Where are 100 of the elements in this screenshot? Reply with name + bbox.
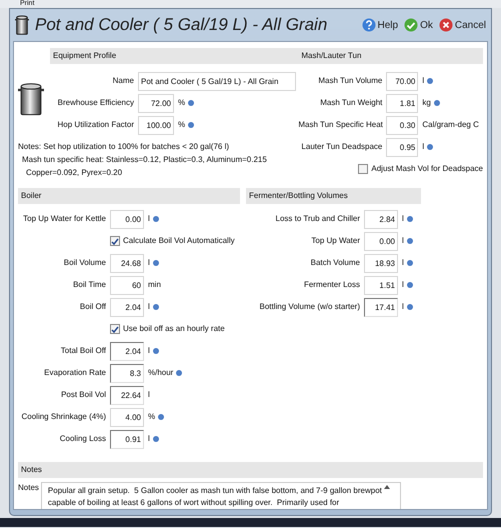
checkmark-icon <box>404 18 418 32</box>
unit-label: %/hour <box>147 367 174 379</box>
field-label: Post Boil Vol <box>60 389 107 401</box>
input-field[interactable]: 100.00 <box>138 116 174 134</box>
field-label: Boil Volume <box>62 257 107 269</box>
section-heading: Mash/Lauter Tun <box>298 48 483 64</box>
input-field[interactable]: 2.04 <box>110 298 144 316</box>
input-field[interactable]: 2.04 <box>110 342 144 360</box>
checkbox-label: Use boil off as an hourly rate <box>123 323 225 335</box>
window-title: Pot and Cooler ( 5 Gal/19 L) - All Grain <box>35 14 328 36</box>
pot-icon <box>18 82 44 116</box>
info-icon[interactable] <box>152 304 159 310</box>
field-label: Hop Utilization Factor <box>56 119 135 131</box>
unit-label: l <box>147 389 150 401</box>
info-icon[interactable] <box>188 122 194 128</box>
unit-label: % <box>177 97 186 109</box>
input-field[interactable]: 4.00 <box>110 408 144 426</box>
field-label: Batch Volume <box>310 257 361 269</box>
field-label: Top Up Water <box>310 235 361 247</box>
help-button[interactable]: Help <box>362 18 398 32</box>
note-text: Mash tun specific heat: Stainless=0.12, Plastic=0.3, Aluminum=0.215 <box>21 154 268 166</box>
info-icon[interactable] <box>406 304 413 310</box>
field-label: Boil Time <box>72 279 107 291</box>
input-field[interactable]: 60 <box>110 276 144 294</box>
field-label: Mash Tun Weight <box>319 97 384 109</box>
info-icon[interactable] <box>158 414 164 420</box>
field-label: Mash Tun Specific Heat <box>298 119 384 131</box>
scroll-up-icon <box>384 485 390 489</box>
info-icon[interactable] <box>406 238 413 244</box>
input-field[interactable]: 1.81 <box>386 94 418 112</box>
input-field[interactable]: 2.84 <box>364 210 398 228</box>
field-label: Lauter Tun Deadspace <box>300 141 384 153</box>
section-heading: Fermenter/Bottling Volumes <box>246 188 421 204</box>
unit-label: kg <box>421 97 431 109</box>
unit-label: l <box>147 433 150 445</box>
info-icon[interactable] <box>427 78 434 84</box>
input-field[interactable]: Pot and Cooler ( 5 Gal/19 L) - All Grain <box>138 72 296 90</box>
unit-label: l <box>421 75 424 87</box>
field-label: Cooling Loss <box>58 433 107 445</box>
unit-label: l <box>147 301 150 313</box>
cancel-button[interactable]: Cancel <box>438 18 486 32</box>
field-label: Cooling Shrinkage (4%) <box>20 411 107 423</box>
checkbox-label: Adjust Mash Vol for Deadspace <box>371 163 483 175</box>
unit-label: min <box>147 279 161 291</box>
field-label: Notes <box>18 482 39 494</box>
field-label: Mash Tun Volume <box>317 75 384 87</box>
checkbox[interactable] <box>110 324 120 334</box>
unit-label: l <box>401 301 404 313</box>
info-icon[interactable] <box>434 100 440 106</box>
info-icon[interactable] <box>152 436 159 442</box>
unit-label: % <box>147 411 156 423</box>
checkbox[interactable] <box>358 164 368 174</box>
field-label: Boil Off <box>78 301 107 313</box>
help-icon <box>362 18 376 32</box>
pot-icon <box>15 15 29 35</box>
input-field[interactable]: 1.51 <box>364 276 398 294</box>
unit-label: l <box>401 257 404 269</box>
note-text: Notes: Set hop utilization to 100% for batches < 20 gal(76 l) <box>18 141 230 153</box>
info-icon[interactable] <box>406 260 413 266</box>
input-field[interactable]: 0.91 <box>110 430 144 448</box>
input-field[interactable]: 22.64 <box>110 386 144 404</box>
input-field[interactable]: 24.68 <box>110 254 144 272</box>
field-label: Evaporation Rate <box>43 367 107 379</box>
unit-label: l <box>401 235 404 247</box>
unit-label: l <box>147 257 150 269</box>
info-icon[interactable] <box>152 260 159 266</box>
field-label: Fermenter Loss <box>302 279 361 291</box>
unit-label: l <box>147 345 150 357</box>
unit-label: l <box>421 141 424 153</box>
info-icon[interactable] <box>176 370 182 376</box>
info-icon[interactable] <box>152 216 159 222</box>
info-icon[interactable] <box>427 144 434 150</box>
input-field[interactable]: 70.00 <box>386 72 418 90</box>
input-field[interactable]: 18.93 <box>364 254 398 272</box>
close-icon <box>438 18 453 32</box>
section-heading: Notes <box>18 462 483 478</box>
input-field[interactable]: 0.30 <box>386 116 418 134</box>
info-icon[interactable] <box>188 100 194 106</box>
input-field[interactable]: 8.3 <box>110 364 144 382</box>
unit-label: % <box>177 119 186 131</box>
info-icon[interactable] <box>406 282 413 288</box>
section-heading: Boiler <box>18 188 240 204</box>
info-icon[interactable] <box>406 216 413 222</box>
checkbox[interactable] <box>110 236 120 246</box>
input-field[interactable]: 17.41 <box>364 298 398 316</box>
section-heading: Equipment Profile <box>50 48 298 64</box>
unit-label: Cal/gram-deg C <box>421 119 479 131</box>
input-field[interactable]: 0.00 <box>110 210 144 228</box>
input-field[interactable]: 72.00 <box>138 94 174 112</box>
field-label: Loss to Trub and Chiller <box>274 213 361 225</box>
unit-label: l <box>401 279 404 291</box>
ok-button[interactable]: Ok <box>404 18 433 32</box>
field-label: Top Up Water for Kettle <box>22 213 107 225</box>
field-label: Total Boil Off <box>60 345 107 357</box>
note-text: Copper=0.092, Pyrex=0.20 <box>25 167 124 179</box>
checkbox-label: Calculate Boil Vol Automatically <box>123 235 235 247</box>
unit-label: l <box>147 213 150 225</box>
input-field[interactable]: 0.95 <box>386 138 418 156</box>
info-icon[interactable] <box>152 348 159 354</box>
input-field[interactable]: 0.00 <box>364 232 398 250</box>
